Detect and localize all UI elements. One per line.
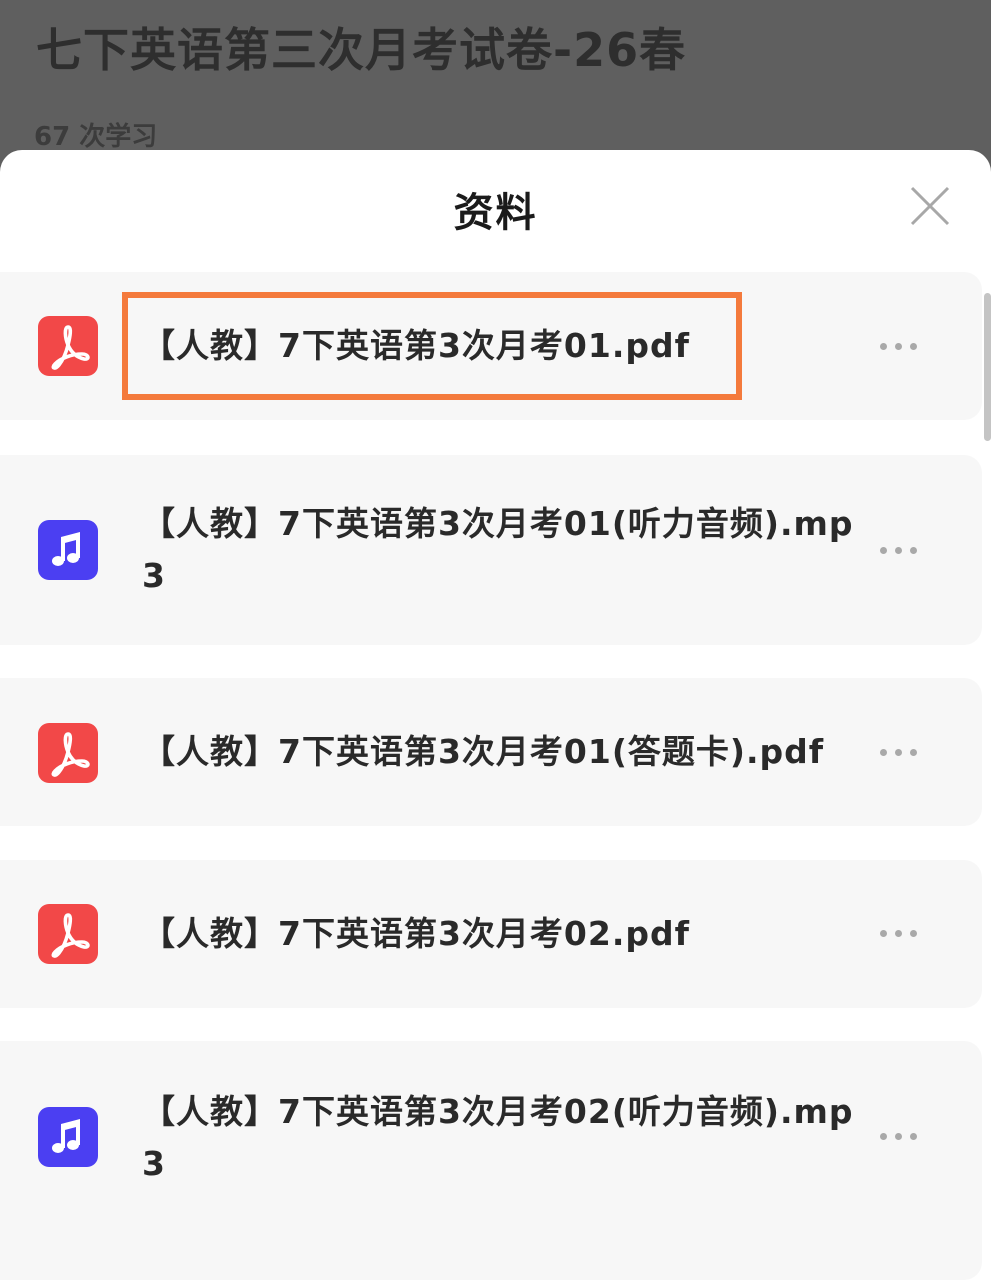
more-options-button[interactable] — [872, 1121, 926, 1151]
file-name: 【人教】7下英语第3次月考01.pdf — [142, 326, 690, 365]
file-list: 【人教】7下英语第3次月考01.pdf 【人教】7下英语第3次月考01(听力音频… — [0, 150, 991, 1280]
more-options-button[interactable] — [872, 535, 926, 565]
materials-sheet: 资料 【人教】7下英语第3次月考01.pdf 【人教】7下英语第3次月考01(听… — [0, 150, 991, 1280]
file-item[interactable]: 【人教】7下英语第3次月考01.pdf — [0, 272, 982, 420]
music-note-icon — [38, 1107, 98, 1167]
file-name: 【人教】7下英语第3次月考02.pdf — [142, 914, 690, 953]
more-options-button[interactable] — [872, 737, 926, 767]
pdf-icon — [38, 723, 98, 783]
file-item[interactable]: 【人教】7下英语第3次月考02(听力音频).mp3 — [0, 1041, 982, 1280]
more-options-button[interactable] — [872, 918, 926, 948]
more-dots-icon — [880, 547, 887, 554]
music-note-icon — [38, 520, 98, 580]
study-count: 67 次学习 — [34, 122, 158, 152]
file-item[interactable]: 【人教】7下英语第3次月考01(答题卡).pdf — [0, 678, 982, 826]
more-dots-icon — [880, 930, 887, 937]
pdf-icon — [38, 316, 98, 376]
pdf-icon — [38, 904, 98, 964]
page-title: 七下英语第三次月考试卷-26春 — [36, 23, 687, 77]
file-name: 【人教】7下英语第3次月考01(听力音频).mp3 — [142, 504, 854, 595]
file-name: 【人教】7下英语第3次月考02(听力音频).mp3 — [142, 1092, 854, 1183]
file-item[interactable]: 【人教】7下英语第3次月考01(听力音频).mp3 — [0, 455, 982, 645]
more-dots-icon — [880, 749, 887, 756]
file-name: 【人教】7下英语第3次月考01(答题卡).pdf — [142, 732, 825, 771]
more-options-button[interactable] — [872, 331, 926, 361]
file-item[interactable]: 【人教】7下英语第3次月考02.pdf — [0, 860, 982, 1008]
scrollbar[interactable] — [984, 293, 991, 441]
more-dots-icon — [880, 1133, 887, 1140]
more-dots-icon — [880, 343, 887, 350]
